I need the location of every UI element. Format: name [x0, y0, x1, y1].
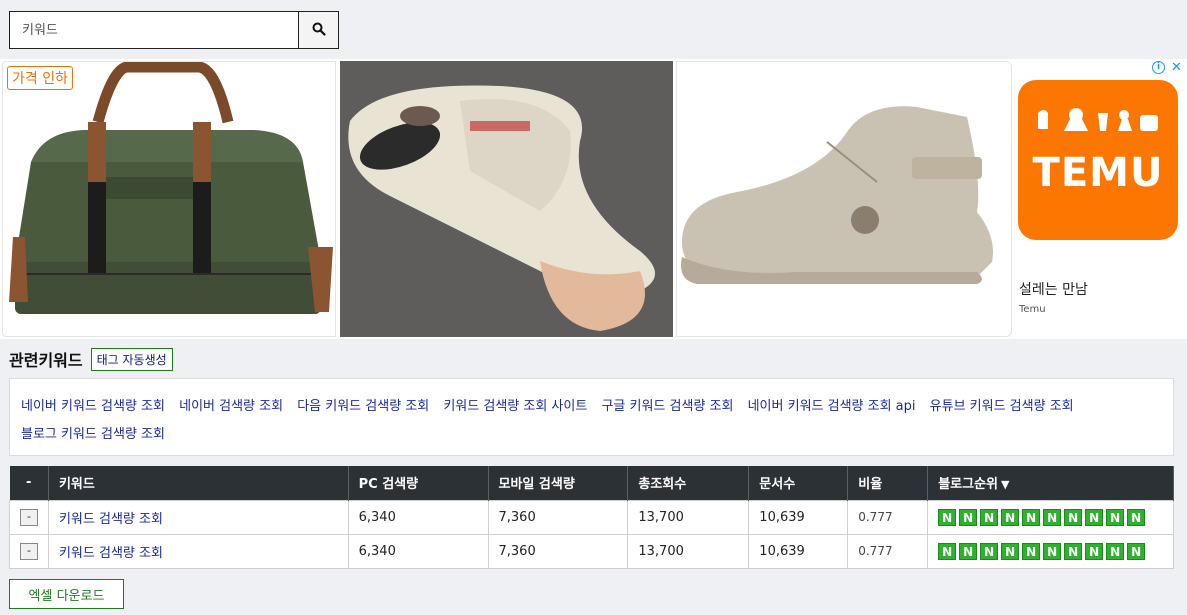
related-title: 관련키워드 [9, 351, 83, 370]
blog-rank-badge[interactable]: N [938, 542, 957, 560]
excel-download-button[interactable]: 엑셀 다운로드 [9, 579, 124, 609]
row-ratio: 0.777 [847, 499, 929, 535]
blog-rank-badge[interactable]: N [1022, 542, 1041, 560]
related-keyword-link[interactable]: 키워드 검색량 조회 사이트 [443, 399, 587, 414]
col-header-total[interactable]: 총조회수 [627, 466, 750, 500]
col-header-keyword[interactable]: 키워드 [48, 466, 349, 500]
blog-rank-badge[interactable]: N [1106, 508, 1125, 526]
blog-rank-badge[interactable]: N [1085, 508, 1104, 526]
row-keyword-link[interactable]: 키워드 검색량 조회 [59, 512, 163, 527]
tag-autogen-button[interactable]: 태그 자동생성 [90, 347, 173, 371]
ad-info-icon[interactable]: i [1152, 61, 1165, 74]
related-header: 관련키워드 태그 자동생성 [9, 347, 173, 371]
related-keyword-link[interactable]: 네이버 키워드 검색량 조회 api [748, 399, 916, 414]
blog-rank-badge[interactable]: N [959, 508, 978, 526]
table-header-row: - 키워드 PC 검색량 모바일 검색량 총조회수 문서수 비율 블로그순위 ▼ [9, 466, 1174, 500]
related-keyword-link[interactable]: 구글 키워드 검색량 조회 [601, 399, 733, 414]
row-ratio: 0.777 [847, 533, 929, 569]
row-blog-ranks: NNNNNNNNNN [927, 533, 1174, 569]
blog-rank-label: 블로그순위 [938, 477, 998, 493]
blog-rank-badge[interactable]: N [1127, 508, 1146, 526]
ad-product-bag[interactable]: 가격 인하 [2, 61, 336, 337]
row-mobile-volume: 7,360 [487, 499, 629, 535]
blog-rank-badge[interactable]: N [938, 508, 957, 526]
search-bar [9, 11, 339, 49]
blog-rank-badge[interactable]: N [1106, 542, 1125, 560]
temu-wordmark: TEMU [1032, 150, 1164, 196]
blog-rank-badge[interactable]: N [959, 542, 978, 560]
related-keyword-link[interactable]: 블로그 키워드 검색량 조회 [21, 427, 165, 442]
related-keywords-box: 네이버 키워드 검색량 조회 네이버 검색량 조회 다음 키워드 검색량 조회 … [9, 378, 1174, 456]
row-doc-count: 10,639 [748, 499, 849, 535]
search-input[interactable] [10, 12, 298, 48]
row-mobile-volume: 7,360 [487, 533, 629, 569]
sort-desc-icon[interactable]: ▼ [1001, 478, 1009, 491]
keyword-table: - 키워드 PC 검색량 모바일 검색량 총조회수 문서수 비율 블로그순위 ▼ … [9, 466, 1174, 569]
related-keyword-link[interactable]: 네이버 검색량 조회 [179, 399, 283, 414]
table-row: - 키워드 검색량 조회 6,340 7,360 13,700 10,639 0… [9, 499, 1174, 535]
blog-rank-badge[interactable]: N [1001, 542, 1020, 560]
blog-rank-badge[interactable]: N [980, 542, 999, 560]
row-remove-button[interactable]: - [19, 508, 38, 526]
blog-rank-badge[interactable]: N [1001, 508, 1020, 526]
row-total-views: 13,700 [627, 533, 750, 569]
ad-choices[interactable]: i ✕ [1152, 60, 1182, 75]
blog-rank-badge[interactable]: N [1043, 542, 1062, 560]
row-total-views: 13,700 [627, 499, 750, 535]
price-drop-badge: 가격 인하 [7, 66, 73, 90]
blog-rank-badge[interactable]: N [1043, 508, 1062, 526]
ad-banner[interactable]: 가격 인하 TEMU 설레는 만남 Temu i ✕ [0, 59, 1187, 339]
col-header-mobile[interactable]: 모바일 검색량 [488, 466, 629, 500]
blog-rank-badge[interactable]: N [980, 508, 999, 526]
row-pc-volume: 6,340 [347, 533, 489, 569]
col-header-ratio[interactable]: 비율 [847, 466, 929, 500]
table-row: - 키워드 검색량 조회 6,340 7,360 13,700 10,639 0… [9, 533, 1174, 569]
ad-brand[interactable]: Temu [1019, 304, 1046, 315]
ad-product-clog[interactable] [340, 61, 673, 337]
blog-rank-badge[interactable]: N [1022, 508, 1041, 526]
col-header-select: - [9, 466, 49, 500]
blog-rank-badge[interactable]: N [1085, 542, 1104, 560]
related-keyword-link[interactable]: 다음 키워드 검색량 조회 [297, 399, 429, 414]
blog-rank-badge[interactable]: N [1064, 508, 1083, 526]
search-button[interactable] [298, 12, 338, 48]
row-keyword-link[interactable]: 키워드 검색량 조회 [59, 546, 163, 561]
related-keyword-link[interactable]: 유튜브 키워드 검색량 조회 [930, 399, 1074, 414]
col-header-blog-rank[interactable]: 블로그순위 ▼ [927, 466, 1174, 500]
col-header-docs[interactable]: 문서수 [748, 466, 849, 500]
temu-logo[interactable]: TEMU [1018, 80, 1178, 240]
row-blog-ranks: NNNNNNNNNN [927, 499, 1174, 535]
ad-close-icon[interactable]: ✕ [1171, 60, 1182, 75]
ad-product-sneaker[interactable] [676, 61, 1012, 337]
col-header-pc[interactable]: PC 검색량 [348, 466, 489, 500]
row-remove-button[interactable]: - [19, 542, 38, 560]
blog-rank-badge[interactable]: N [1127, 542, 1146, 560]
search-icon [312, 21, 326, 40]
blog-rank-badge[interactable]: N [1064, 542, 1083, 560]
row-pc-volume: 6,340 [347, 499, 489, 535]
related-keyword-link[interactable]: 네이버 키워드 검색량 조회 [21, 399, 165, 414]
ad-tagline[interactable]: 설레는 만남 [1019, 279, 1088, 299]
row-doc-count: 10,639 [748, 533, 849, 569]
